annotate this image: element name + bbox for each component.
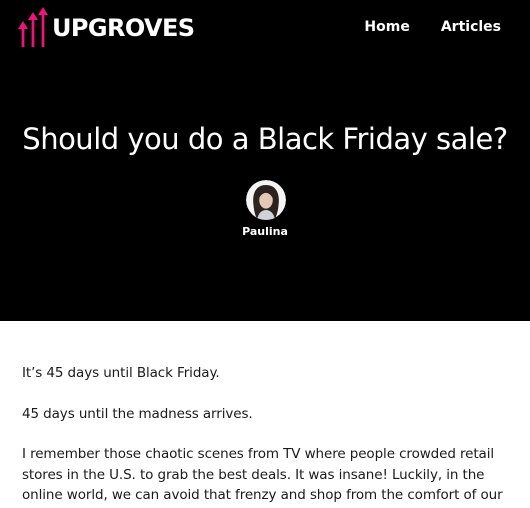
arrows-up-logo-icon — [18, 7, 48, 47]
author-avatar[interactable] — [246, 180, 286, 220]
brand-name: UPGROVES — [52, 14, 195, 42]
article-body: It’s 45 days until Black Friday. 45 days… — [22, 363, 510, 508]
main-nav: Home Articles — [364, 18, 501, 36]
article-paragraph: I remember those chaotic scenes from TV … — [22, 446, 503, 503]
nav-articles-link[interactable]: Articles — [441, 18, 501, 36]
page-title: Should you do a Black Friday sale? — [22, 122, 508, 156]
hero-header: UPGROVES Home Articles Should you do a B… — [0, 0, 530, 321]
article-paragraph: 45 days until the madness arrives. — [22, 405, 253, 422]
article-paragraph: It’s 45 days until Black Friday. — [22, 365, 220, 381]
brand-logo-link[interactable]: UPGROVES — [15, 7, 195, 49]
author-name: Paulina — [242, 225, 288, 238]
nav-home-link[interactable]: Home — [364, 18, 409, 36]
